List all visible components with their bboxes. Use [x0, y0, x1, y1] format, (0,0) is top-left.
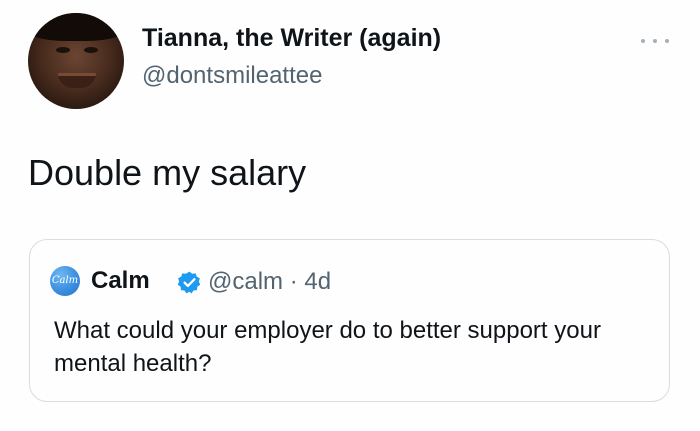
author-handle[interactable]: @dontsmileattee — [142, 62, 322, 90]
quoted-display-name[interactable]: Calm — [91, 267, 150, 295]
avatar-eye-right — [84, 47, 98, 53]
more-icon-dot — [665, 39, 669, 43]
more-icon-dot — [641, 39, 645, 43]
verified-badge-icon — [177, 271, 201, 294]
tweet-text: Double my salary — [28, 152, 307, 193]
quoted-tweet-text: What could your employer do to better su… — [54, 317, 601, 377]
tweet-card[interactable]: Tianna, the Writer (again) @dontsmileatt… — [0, 0, 700, 431]
author-avatar[interactable] — [28, 13, 124, 109]
more-icon[interactable] — [641, 36, 669, 46]
author-display-name[interactable]: Tianna, the Writer (again) — [142, 24, 441, 53]
avatar-eye-left — [56, 47, 70, 53]
calm-logo-avatar[interactable]: Calm — [50, 266, 80, 296]
avatar-hair — [28, 13, 124, 41]
more-icon-dot — [653, 39, 657, 43]
quoted-tweet-card[interactable]: Calm Calm @calm · 4d What could your emp… — [29, 239, 670, 402]
avatar-mouth — [58, 73, 96, 88]
quoted-handle-and-time[interactable]: @calm · 4d — [208, 268, 331, 296]
